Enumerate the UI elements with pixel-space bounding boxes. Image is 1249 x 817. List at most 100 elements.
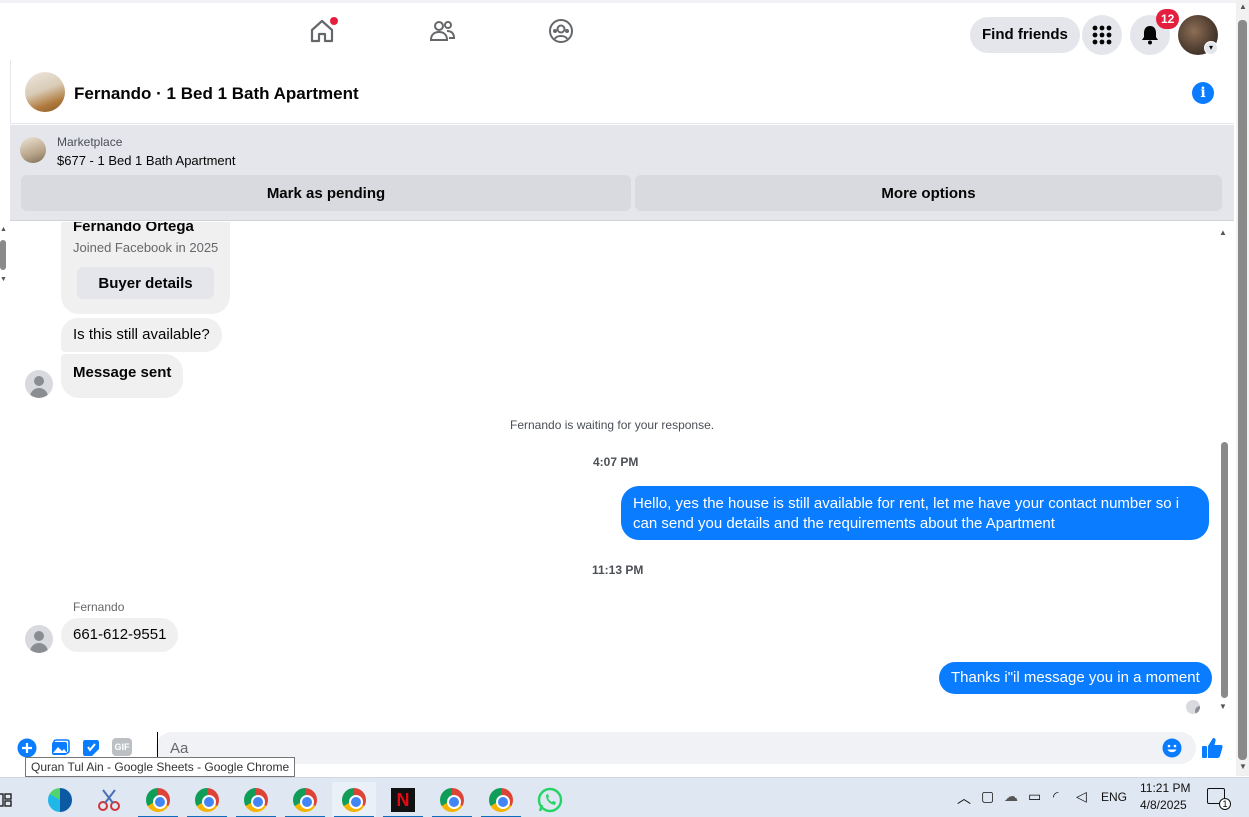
bell-icon-svg <box>1142 26 1158 45</box>
snipping-tool-svg <box>98 789 120 811</box>
add-plus-icon[interactable] <box>17 738 37 758</box>
chrome-icon <box>342 788 366 812</box>
chrome-icon <box>489 788 513 812</box>
outgoing-message[interactable]: Hello, yes the house is still available … <box>621 486 1209 540</box>
chrome-icon <box>146 788 170 812</box>
chrome-icon <box>293 788 317 812</box>
buyer-details-button[interactable]: Buyer details <box>77 267 214 299</box>
friends-icon[interactable] <box>428 17 458 47</box>
home-icon[interactable] <box>308 17 338 47</box>
notification-center-count: 1 <box>1219 798 1231 810</box>
taskbar-tooltip: Quran Tul Ain - Google Sheets - Google C… <box>25 757 296 777</box>
chrome-taskbar-icon[interactable] <box>185 782 229 817</box>
page-scroll-up-icon[interactable]: ▲ <box>1239 2 1247 11</box>
page-scrollbar-thumb[interactable] <box>1238 20 1247 760</box>
menu-grid-icon[interactable] <box>1082 15 1122 55</box>
emoji-icon-svg <box>1162 738 1182 758</box>
timestamp: 4:07 PM <box>593 455 639 469</box>
gif-label: GIF <box>112 738 132 756</box>
buyer-joined-text: Joined Facebook in 2025 <box>73 240 219 255</box>
message-input[interactable] <box>157 732 1157 764</box>
task-view-icon[interactable] <box>0 782 20 817</box>
info-icon[interactable]: i <box>1192 82 1214 104</box>
waiting-status-text: Fernando is waiting for your response. <box>510 418 715 432</box>
windows-taskbar: N ︿ ▢ ☁ ▭ ◜ ◁ ENG 11:21 PM 4/8/2025 1 <box>0 777 1249 817</box>
thread-scrollbar-thumb[interactable] <box>1221 442 1228 698</box>
sender-name: Fernando <box>73 600 125 614</box>
chrome-icon <box>440 788 464 812</box>
thumbs-up-icon[interactable] <box>1200 736 1224 760</box>
groups-icon[interactable] <box>547 17 577 47</box>
listing-title[interactable]: $677 - 1 Bed 1 Bath Apartment <box>57 153 236 168</box>
listing-thumbnail[interactable] <box>20 137 46 163</box>
marketplace-label: Marketplace <box>57 135 123 149</box>
grid-icon-svg <box>1092 25 1112 45</box>
gif-icon[interactable]: GIF <box>112 738 134 758</box>
buyer-profile-card: Fernando Ortega Joined Facebook in 2025 … <box>61 222 230 314</box>
chrome-icon <box>244 788 268 812</box>
sticker-icon[interactable] <box>81 738 101 758</box>
emoji-icon[interactable] <box>1162 738 1182 758</box>
page-scroll-down-icon[interactable]: ▼ <box>1239 762 1247 771</box>
top-navigation: Find friends 12 ▾ <box>0 0 1236 60</box>
battery-icon[interactable]: ▭ <box>1028 788 1041 805</box>
listing-avatar[interactable] <box>25 72 65 112</box>
edge-logo <box>48 788 72 812</box>
left-scroll-down-icon[interactable]: ▼ <box>0 276 7 283</box>
incoming-message[interactable]: Is this still available? <box>61 318 222 352</box>
mark-as-pending-button[interactable]: Mark as pending <box>21 175 631 211</box>
message-input-wrap <box>156 732 1196 764</box>
chat-title[interactable]: Fernando · 1 Bed 1 Bath Apartment <box>74 84 359 104</box>
seen-receipt-avatar <box>1186 700 1200 714</box>
chrome-taskbar-icon[interactable] <box>332 782 376 817</box>
left-panel-scrollbar[interactable]: ▲ ▼ <box>0 226 8 286</box>
netflix-icon[interactable]: N <box>381 782 425 817</box>
clock-time[interactable]: 11:21 PM <box>1140 781 1190 795</box>
notification-center-icon[interactable]: 1 <box>1207 788 1231 810</box>
buyer-name: Fernando Ortega <box>73 222 194 235</box>
incoming-message[interactable]: 661-612-9551 <box>61 618 179 652</box>
onedrive-error-icon[interactable]: ☁ <box>1004 788 1018 805</box>
incoming-message[interactable]: Message sent <box>61 354 184 398</box>
photo-icon-svg <box>52 739 70 755</box>
photo-icon[interactable] <box>50 738 70 758</box>
chrome-icon <box>195 788 219 812</box>
snipping-tool-icon[interactable] <box>87 782 131 817</box>
meet-now-icon[interactable]: ▢ <box>981 788 994 805</box>
marketplace-panel: Marketplace $677 - 1 Bed 1 Bath Apartmen… <box>10 125 1234 221</box>
more-options-button[interactable]: More options <box>635 175 1222 211</box>
chrome-taskbar-icon[interactable] <box>136 782 180 817</box>
message-thread[interactable]: Fernando Ortega Joined Facebook in 2025 … <box>10 222 1220 722</box>
page-scrollbar[interactable]: ▲ ▼ <box>1236 0 1249 776</box>
show-hidden-icons-chevron-icon[interactable]: ︿ <box>957 788 971 808</box>
scroll-up-arrow-icon[interactable]: ▲ <box>1219 228 1227 237</box>
account-chevron-icon[interactable]: ▾ <box>1204 41 1218 55</box>
whatsapp-icon[interactable] <box>528 782 572 817</box>
sticker-icon-svg <box>83 740 99 756</box>
chrome-taskbar-icon[interactable] <box>234 782 278 817</box>
sender-avatar[interactable] <box>25 625 53 653</box>
task-view-svg <box>0 793 12 807</box>
left-scrollbar-thumb[interactable] <box>0 240 6 270</box>
notifications-badge: 12 <box>1156 9 1180 29</box>
chrome-taskbar-icon[interactable] <box>430 782 474 817</box>
plus-icon-svg <box>17 738 37 758</box>
thumbs-up-icon-svg <box>1202 738 1223 758</box>
thread-scrollbar[interactable]: ▲ ▼ <box>1219 228 1229 712</box>
outgoing-message[interactable]: Thanks i"il message you in a moment <box>939 662 1212 694</box>
left-scroll-up-icon[interactable]: ▲ <box>0 226 7 233</box>
clock-date[interactable]: 4/8/2025 <box>1140 798 1187 812</box>
home-notification-dot <box>330 17 338 25</box>
chat-header: Fernando · 1 Bed 1 Bath Apartment i <box>10 60 1234 124</box>
chrome-taskbar-icon[interactable] <box>479 782 523 817</box>
sender-avatar[interactable] <box>25 370 53 398</box>
edge-browser-icon[interactable] <box>38 782 82 817</box>
scroll-down-arrow-icon[interactable]: ▼ <box>1219 702 1227 711</box>
netflix-logo: N <box>391 788 415 812</box>
wifi-icon[interactable]: ◜ <box>1053 788 1058 805</box>
whatsapp-svg <box>537 787 563 813</box>
language-indicator[interactable]: ENG <box>1101 790 1127 804</box>
find-friends-button[interactable]: Find friends <box>970 17 1080 53</box>
chrome-taskbar-icon[interactable] <box>283 782 327 817</box>
volume-icon[interactable]: ◁ <box>1076 788 1087 805</box>
